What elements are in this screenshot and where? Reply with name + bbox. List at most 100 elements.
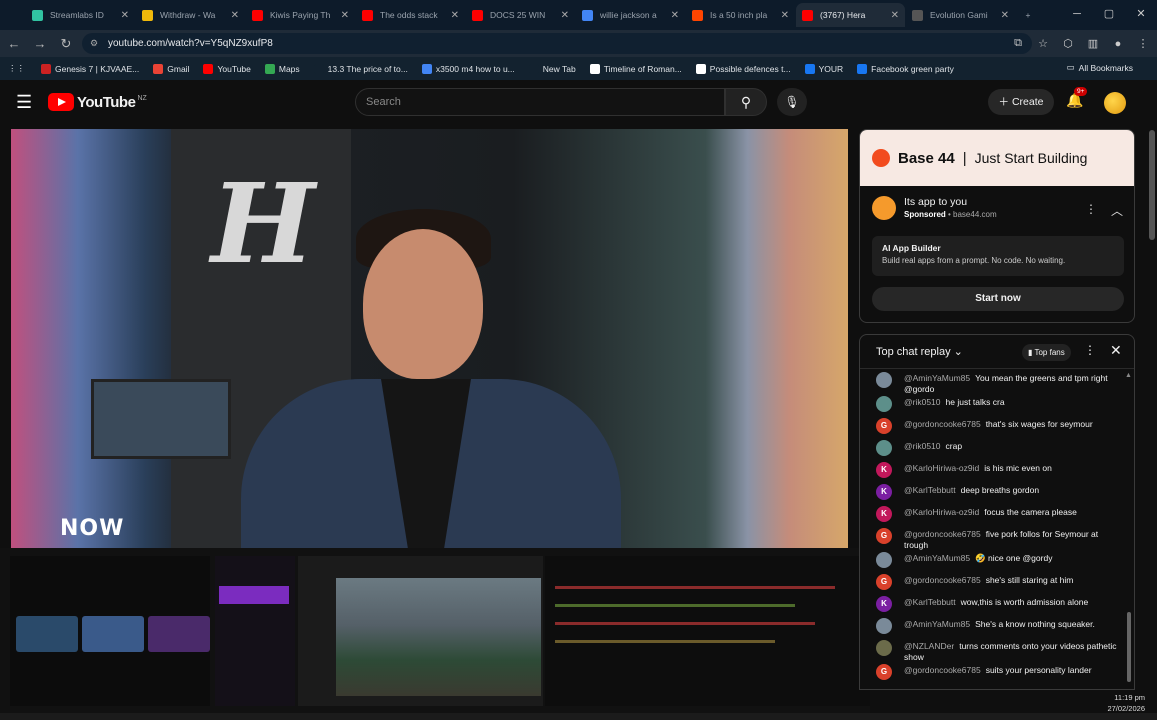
chat-message: G @gordoncooke6785 that's six wages for se… (860, 417, 1126, 439)
browser-tab[interactable]: DOCS 25 WIN ✕ (466, 3, 575, 27)
forward-icon[interactable]: → (28, 36, 52, 51)
bookmark-item[interactable]: YOUR (804, 63, 843, 74)
bookmark-item[interactable]: Timeline of Roman... (589, 63, 682, 74)
chat-avatar-icon[interactable]: G (876, 574, 892, 590)
chat-avatar-icon[interactable]: G (876, 664, 892, 680)
site-info-icon[interactable]: ⚙ (90, 38, 102, 49)
chat-message-body: @KarlTebbutt wow,this is worth admission … (904, 595, 1120, 608)
collapse-chevron-icon[interactable]: ︿ (1111, 202, 1123, 219)
chat-author[interactable]: @gordoncooke6785 (904, 529, 981, 539)
bookmark-item[interactable]: 13.3 The price of to... (313, 63, 408, 74)
ad-banner[interactable]: Base 44 | Just Start Building (860, 130, 1134, 186)
chat-avatar-icon[interactable]: K (876, 596, 892, 612)
chat-scroll-thumb[interactable] (1127, 612, 1131, 682)
close-tab-icon[interactable]: ✕ (121, 10, 129, 21)
close-tab-icon[interactable]: ✕ (451, 10, 459, 21)
close-tab-icon[interactable]: ✕ (231, 10, 239, 21)
search-input[interactable]: Search (355, 88, 725, 116)
chat-author[interactable]: @KarlTebbutt (904, 597, 956, 607)
chat-avatar-icon[interactable] (876, 618, 892, 634)
browser-tab[interactable]: The odds stack ✕ (356, 3, 465, 27)
chat-avatar-icon[interactable]: K (876, 484, 892, 500)
chat-avatar-icon[interactable] (876, 552, 892, 568)
bookmark-item[interactable]: Facebook green party (857, 63, 954, 74)
top-fans-button[interactable]: ▮ Top fans (1022, 344, 1071, 361)
chat-author[interactable]: @gordoncooke6785 (904, 575, 981, 585)
more-options-icon[interactable]: ⋮ (1085, 202, 1097, 216)
chat-author[interactable]: @AminYaMum85 (904, 373, 970, 383)
bookmark-item[interactable]: Gmail (153, 63, 189, 74)
url-field[interactable]: ⚙ youtube.com/watch?v=Y5qNZ9xufP8 (82, 33, 1032, 54)
chat-author[interactable]: @rik0510 (904, 441, 941, 451)
back-icon[interactable]: ← (2, 36, 26, 51)
system-clock[interactable]: 11:19 pm 27/02/2026 (1107, 692, 1145, 714)
search-button[interactable]: ⚲ (725, 88, 767, 116)
video-player[interactable]: H (11, 129, 848, 549)
menu-dots-icon[interactable]: ⋮ (1132, 37, 1154, 50)
close-tab-icon[interactable]: ✕ (341, 10, 349, 21)
browser-tab[interactable]: Withdraw - Wa ✕ (136, 3, 245, 27)
scroll-up-icon[interactable]: ▲ (1125, 372, 1132, 379)
chat-avatar-icon[interactable]: K (876, 506, 892, 522)
new-tab-button[interactable]: + (1016, 3, 1040, 27)
chat-mode-dropdown[interactable]: Top chat replay ⌄ (876, 345, 963, 358)
close-tab-icon[interactable]: ✕ (1001, 10, 1009, 21)
extensions-icon[interactable]: ⬡ (1057, 37, 1079, 50)
ad-description-card[interactable]: AI App Builder Build real apps from a pr… (872, 236, 1124, 276)
install-app-icon[interactable]: ⧉ (1007, 37, 1029, 50)
bookmark-item[interactable]: Genesis 7 | KJVAAE... (41, 63, 139, 74)
chat-more-icon[interactable]: ⋮ (1084, 343, 1096, 357)
browser-tab[interactable]: Streamlabs ID ✕ (26, 3, 135, 27)
hamburger-menu-icon[interactable]: ☰ (16, 92, 32, 113)
chat-author[interactable]: @AminYaMum85 (904, 553, 970, 563)
chat-avatar-icon[interactable]: K (876, 462, 892, 478)
page-scrollbar[interactable] (1149, 130, 1155, 240)
browser-tab[interactable]: willie jackson a ✕ (576, 3, 685, 27)
close-tab-icon[interactable]: ✕ (891, 10, 899, 21)
bookmark-item[interactable]: x3500 m4 how to u... (421, 63, 515, 74)
minimize-icon[interactable]: ─ (1061, 0, 1093, 28)
bookmark-star-icon[interactable]: ☆ (1032, 37, 1054, 50)
bookmark-item[interactable]: New Tab (528, 63, 576, 74)
close-window-icon[interactable]: ✕ (1125, 0, 1157, 28)
account-avatar[interactable] (1104, 92, 1126, 114)
browser-tab[interactable]: Is a 50 inch pla ✕ (686, 3, 795, 27)
close-tab-icon[interactable]: ✕ (561, 10, 569, 21)
bookmark-item[interactable]: YouTube (203, 63, 251, 74)
chat-author[interactable]: @gordoncooke6785 (904, 665, 981, 675)
browser-tab[interactable]: Evolution Gami ✕ (906, 3, 1015, 27)
bookmark-item[interactable]: Possible defences t... (695, 63, 791, 74)
chat-author[interactable]: @rik0510 (904, 397, 941, 407)
chat-avatar-icon[interactable]: G (876, 528, 892, 544)
close-tab-icon[interactable]: ✕ (781, 10, 789, 21)
chat-author[interactable]: @AminYaMum85 (904, 619, 970, 629)
browser-tab-active[interactable]: (3767) Hera ✕ (796, 3, 905, 27)
chat-avatar-icon[interactable]: G (876, 418, 892, 434)
tab-favicon-icon (32, 9, 43, 21)
chat-author[interactable]: @KarloHiriwa-oz9id (904, 463, 979, 473)
sidebar-icon[interactable]: ▥ (1082, 37, 1104, 50)
chat-avatar-icon[interactable] (876, 372, 892, 388)
chat-scrollbar[interactable]: ▲ (1125, 372, 1132, 688)
create-button[interactable]: ＋ Create (988, 89, 1054, 115)
maximize-icon[interactable]: ▢ (1093, 0, 1125, 28)
youtube-logo[interactable]: YouTube NZ (48, 93, 147, 111)
all-bookmarks-button[interactable]: ▭ All Bookmarks (1067, 62, 1133, 73)
close-chat-icon[interactable]: ✕ (1110, 342, 1122, 359)
bookmark-item[interactable]: Maps (264, 63, 300, 74)
chat-author[interactable]: @KarloHiriwa-oz9id (904, 507, 979, 517)
profile-icon[interactable]: ● (1107, 38, 1129, 50)
chat-author[interactable]: @gordoncooke6785 (904, 419, 981, 429)
reload-icon[interactable]: ↻ (54, 36, 78, 52)
apps-grid-icon[interactable]: ⋮⋮ (8, 63, 25, 74)
start-now-button[interactable]: Start now (872, 287, 1124, 311)
voice-search-button[interactable]: 🎙 (777, 88, 807, 116)
chat-author[interactable]: @KarlTebbutt (904, 485, 956, 495)
chat-avatar-icon[interactable] (876, 440, 892, 456)
notifications-button[interactable]: 🔔 9+ (1066, 87, 1088, 109)
chat-author[interactable]: @NZLANDer (904, 641, 954, 651)
browser-tab[interactable]: Kiwis Paying Th ✕ (246, 3, 355, 27)
close-tab-icon[interactable]: ✕ (671, 10, 679, 21)
chat-avatar-icon[interactable] (876, 396, 892, 412)
chat-avatar-icon[interactable] (876, 640, 892, 656)
